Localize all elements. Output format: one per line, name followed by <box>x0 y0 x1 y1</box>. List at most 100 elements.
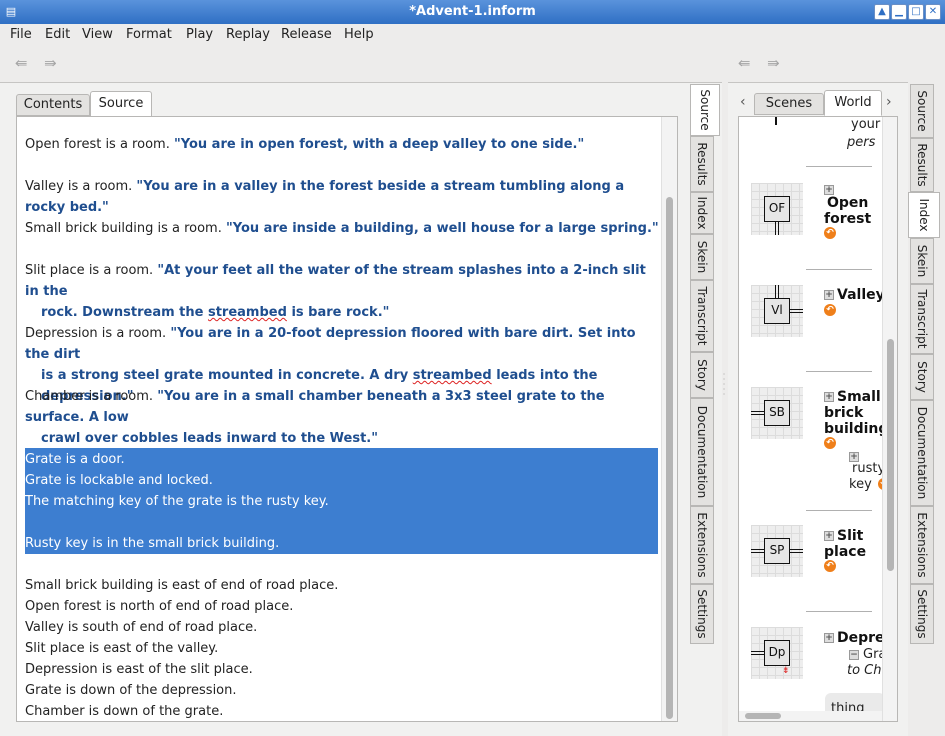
go-to-source-icon[interactable]: ↶ <box>824 437 836 449</box>
room-abbr: OF <box>764 196 790 222</box>
right-side-tab-story[interactable]: Story <box>910 354 934 400</box>
close-button[interactable]: ✕ <box>925 4 941 20</box>
expand-icon[interactable]: + <box>824 392 834 402</box>
collapse-icon[interactable]: − <box>849 650 859 660</box>
right-side-tab-settings[interactable]: Settings <box>910 584 934 644</box>
tab-contents[interactable]: Contents <box>16 94 90 116</box>
world-scrollbar-thumb[interactable] <box>887 339 894 571</box>
right-back-arrow-icon[interactable]: ⇚ <box>738 54 751 72</box>
scroll-tabs-right-icon[interactable]: › <box>886 94 892 110</box>
side-tab-index[interactable]: Index <box>690 192 714 234</box>
menu-play[interactable]: Play <box>186 27 213 42</box>
pane-splitter-handle[interactable]: · · · · · <box>721 371 727 402</box>
selected-line: Grate is lockable and locked. <box>25 473 213 488</box>
room-name: Small <box>837 389 881 405</box>
source-line: Slit place is east of the valley. <box>25 641 219 656</box>
editor-scrollbar[interactable] <box>661 117 677 721</box>
side-tab-story[interactable]: Story <box>690 352 714 398</box>
maximize-button[interactable]: □ <box>908 4 924 20</box>
world-separator <box>806 510 872 511</box>
scroll-tabs-left-icon[interactable]: ‹ <box>740 94 746 110</box>
expand-icon[interactable]: + <box>824 633 834 643</box>
expand-icon[interactable]: + <box>824 531 834 541</box>
side-tab-source[interactable]: Source <box>690 84 720 136</box>
world-text-fragment: pers <box>847 135 876 150</box>
world-h-scrollbar-thumb[interactable] <box>745 713 781 719</box>
source-line: Depression is east of the slit place. <box>25 662 253 677</box>
room-map-slit-place[interactable]: SP <box>751 525 803 577</box>
title-bar: ▤ *Advent-1.inform ▲ ▁ □ ✕ <box>0 0 945 24</box>
source-line: Slit place is a room. "At your feet all … <box>25 263 646 320</box>
menu-file[interactable]: File <box>10 27 32 42</box>
room-map-open-forest[interactable]: OF <box>751 183 803 235</box>
forward-arrow-icon[interactable]: ⇛ <box>44 54 57 72</box>
go-to-source-icon[interactable]: ↶ <box>824 304 836 316</box>
tab-source[interactable]: Source <box>90 91 152 117</box>
map-exit <box>790 309 803 313</box>
source-line: Valley is a room. "You are in a valley i… <box>25 179 625 215</box>
menu-help[interactable]: Help <box>344 27 374 42</box>
side-tab-documentation[interactable]: Documentation <box>690 398 714 506</box>
right-side-tab-documentation[interactable]: Documentation <box>910 400 934 506</box>
room-map-valley[interactable]: Vl <box>751 285 803 337</box>
down-exit-icon: ⇟ <box>782 666 790 676</box>
source-line: Valley is south of end of road place. <box>25 620 258 635</box>
source-line: Small brick building is east of end of r… <box>25 578 339 593</box>
side-tab-results[interactable]: Results <box>690 136 714 192</box>
tab-scenes[interactable]: Scenes <box>754 93 824 115</box>
source-editor[interactable]: Open forest is a room. "You are in open … <box>16 116 678 722</box>
maximize-up-icon[interactable]: ▲ <box>874 4 890 20</box>
source-line: Open forest is a room. "You are in open … <box>25 137 585 152</box>
world-h-scrollbar[interactable] <box>739 711 882 721</box>
room-name: Depre <box>837 630 885 646</box>
selected-line: Rusty key is in the small brick building… <box>25 536 280 551</box>
world-text-fragment: your <box>851 117 881 132</box>
right-side-tab-source[interactable]: Source <box>910 84 934 138</box>
room-name: brick <box>824 405 864 421</box>
world-index-view[interactable]: your pers OF + Open forest ↶ Vl + Valley… <box>738 116 898 722</box>
map-exit <box>751 651 764 655</box>
menu-edit[interactable]: Edit <box>45 27 70 42</box>
minimize-button[interactable]: ▁ <box>891 4 907 20</box>
room-connector <box>751 117 803 135</box>
room-name: building <box>824 421 889 437</box>
thing-name: to Ch <box>847 663 882 678</box>
room-map-small-brick-building[interactable]: SB <box>751 387 803 439</box>
source-line: Chamber is a room. "You are in a small c… <box>25 389 605 446</box>
right-side-tab-skein[interactable]: Skein <box>910 238 934 284</box>
world-separator <box>806 269 872 270</box>
right-side-tab-results[interactable]: Results <box>910 138 934 192</box>
world-separator <box>806 371 872 372</box>
menu-replay[interactable]: Replay <box>226 27 270 42</box>
menu-release[interactable]: Release <box>281 27 332 42</box>
source-line: Open forest is north of end of road plac… <box>25 599 294 614</box>
right-side-tab-index[interactable]: Index <box>908 192 940 238</box>
map-exit <box>751 411 764 415</box>
side-tab-skein[interactable]: Skein <box>690 234 714 280</box>
thing-name: rusty <box>852 461 886 476</box>
side-tab-transcript[interactable]: Transcript <box>690 280 714 352</box>
menu-format[interactable]: Format <box>126 27 172 42</box>
tab-world[interactable]: World <box>824 90 882 116</box>
menu-bar: File Edit View Format Play Replay Releas… <box>0 24 945 46</box>
side-tab-settings[interactable]: Settings <box>690 584 714 644</box>
right-side-tab-extensions[interactable]: Extensions <box>910 506 934 584</box>
world-scrollbar[interactable] <box>882 117 897 721</box>
selected-line: Grate is a door. <box>25 452 125 467</box>
expand-icon[interactable]: + <box>824 290 834 300</box>
expand-icon[interactable]: + <box>824 185 834 195</box>
right-side-tab-transcript[interactable]: Transcript <box>910 284 934 354</box>
back-arrow-icon[interactable]: ⇚ <box>15 54 28 72</box>
editor-scrollbar-thumb[interactable] <box>666 197 673 719</box>
menu-view[interactable]: View <box>82 27 113 42</box>
side-tab-extensions[interactable]: Extensions <box>690 506 714 584</box>
room-name: forest <box>824 211 872 227</box>
room-abbr: Dp <box>764 640 790 666</box>
go-to-source-icon[interactable]: ↶ <box>824 560 836 572</box>
room-name: Valley <box>837 287 885 303</box>
source-line: Grate is down of the depression. <box>25 683 237 698</box>
room-map-depression[interactable]: Dp ⇟ <box>751 627 803 679</box>
map-exit <box>790 549 803 553</box>
right-forward-arrow-icon[interactable]: ⇛ <box>767 54 780 72</box>
go-to-source-icon[interactable]: ↶ <box>824 227 836 239</box>
